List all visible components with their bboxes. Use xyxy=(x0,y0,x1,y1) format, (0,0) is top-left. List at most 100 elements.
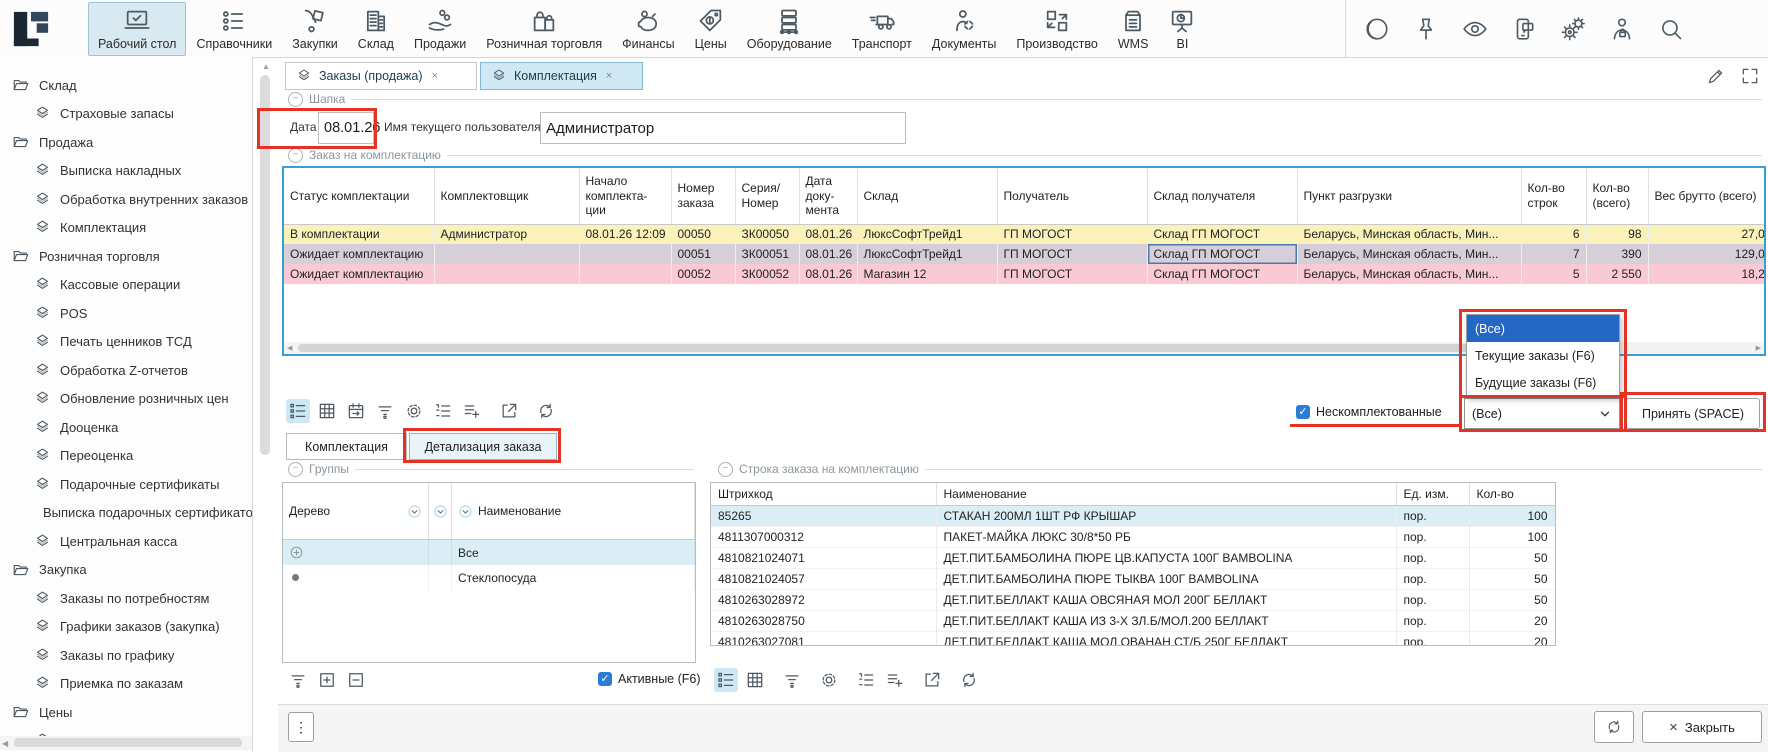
cell[interactable]: Ожидает комплектацию xyxy=(284,244,434,264)
sidebar-item[interactable]: Страховые запасы xyxy=(0,100,252,129)
cell[interactable] xyxy=(434,244,579,264)
unpicked-checkbox[interactable] xyxy=(1296,405,1310,419)
column-header[interactable]: Номер заказа xyxy=(671,168,735,224)
cell[interactable]: пор. xyxy=(1396,611,1469,632)
date-input[interactable]: 08.01.26 xyxy=(318,112,374,144)
cell[interactable]: 390 xyxy=(1586,244,1648,264)
cell[interactable]: Беларусь, Минская область, Мин... xyxy=(1297,224,1521,244)
content-vertical-scrollbar[interactable]: ▲ xyxy=(258,62,273,702)
cell[interactable]: ДЕТ.ПИТ.БЕЛЛАКТ КАША ИЗ 3-Х ЗЛ.Б/МОЛ.200… xyxy=(936,611,1396,632)
cell[interactable] xyxy=(434,264,579,284)
column-header[interactable]: Статус комплектации xyxy=(284,168,434,224)
column-header[interactable]: Наименование xyxy=(452,483,695,539)
menu-item-references[interactable]: Справочники xyxy=(186,2,282,56)
cell[interactable]: ДЕТ.ПИТ.БЕЛЛАКТ КАША МОЛ.ОВАНАН СТ/Б 250… xyxy=(936,632,1396,647)
column-header[interactable]: Получатель xyxy=(997,168,1147,224)
sidebar-horizontal-scrollbar[interactable]: ◀ xyxy=(0,736,252,750)
sidebar-item[interactable]: Выписка накладных xyxy=(0,157,252,186)
filter-chevron-icon[interactable] xyxy=(458,504,473,519)
sidebar-folder[interactable]: Цены xyxy=(0,698,252,727)
cell[interactable]: пор. xyxy=(1396,632,1469,647)
list-view-icon[interactable] xyxy=(714,668,738,692)
tab-picking[interactable]: Комплектация × xyxy=(480,62,643,90)
menu-item-production[interactable]: Производство xyxy=(1006,2,1108,56)
cell[interactable]: ГП МОГОСТ xyxy=(997,224,1147,244)
settings-icon[interactable] xyxy=(817,668,841,692)
add-row-icon[interactable] xyxy=(883,668,907,692)
order-row[interactable]: Ожидает комплектацию00051ЗК0005108.01.26… xyxy=(284,244,1766,264)
cell[interactable]: 00051 xyxy=(671,244,735,264)
filter-icon[interactable] xyxy=(373,399,397,423)
cell[interactable]: пор. xyxy=(1396,527,1469,548)
cell[interactable]: ДЕТ.ПИТ.БАМБОЛИНА ПЮРЕ ТЫКВА 100Г BAMBOL… xyxy=(936,569,1396,590)
cell[interactable]: 20 xyxy=(1469,632,1555,647)
cell[interactable]: 08.01.26 xyxy=(799,244,857,264)
expand-plus-icon[interactable] xyxy=(289,545,304,560)
column-header[interactable]: Вес брутто (всего) xyxy=(1648,168,1766,224)
active-checkbox[interactable] xyxy=(598,672,612,686)
sidebar-item[interactable]: Дооценка xyxy=(0,413,252,442)
cell[interactable]: Магазин 12 xyxy=(857,264,997,284)
sidebar-item[interactable]: Заказы по потребностям xyxy=(0,584,252,613)
cell[interactable]: Беларусь, Минская область, Мин... xyxy=(1297,244,1521,264)
cell[interactable]: ЗК00050 xyxy=(735,224,799,244)
cell[interactable]: 08.01.26 xyxy=(799,264,857,284)
numbered-list-icon[interactable] xyxy=(854,668,878,692)
line-row[interactable]: 4810263028972ДЕТ.ПИТ.БЕЛЛАКТ КАША ОВСЯНА… xyxy=(711,590,1555,611)
cell[interactable]: 7 xyxy=(1521,244,1586,264)
sidebar-item[interactable]: POS xyxy=(0,299,252,328)
menu-item-purchasing[interactable]: Закупки xyxy=(282,2,348,56)
menu-item-sales[interactable]: Продажи xyxy=(404,2,476,56)
clock-icon[interactable] xyxy=(1364,16,1390,42)
cell[interactable]: Беларусь, Минская область, Мин... xyxy=(1297,264,1521,284)
collapse-icon[interactable] xyxy=(288,148,303,163)
fullscreen-icon[interactable] xyxy=(1740,66,1760,86)
line-row[interactable]: 4810821024057ДЕТ.ПИТ.БАМБОЛИНА ПЮРЕ ТЫКВ… xyxy=(711,569,1555,590)
cell[interactable]: 100 xyxy=(1469,506,1555,527)
sidebar-item[interactable]: Выписка подарочных сертификатов xyxy=(0,499,252,528)
cell[interactable]: ДЕТ.ПИТ.БЕЛЛАКТ КАША ОВСЯНАЯ МОЛ 200Г БЕ… xyxy=(936,590,1396,611)
filter-chevron-icon[interactable] xyxy=(433,504,448,519)
filter-icon[interactable] xyxy=(286,668,310,692)
cell[interactable]: ПАКЕТ-МАЙКА ЛЮКС 30/8*50 РБ xyxy=(936,527,1396,548)
line-row[interactable]: 4811307000312ПАКЕТ-МАЙКА ЛЮКС 30/8*50 РБ… xyxy=(711,527,1555,548)
accept-button[interactable]: Принять (SPACE) xyxy=(1626,398,1760,429)
sidebar-item[interactable]: Кассовые операции xyxy=(0,271,252,300)
filter-chevron-icon[interactable] xyxy=(407,504,422,519)
scrollbar-thumb[interactable] xyxy=(298,344,1588,352)
column-header[interactable]: Склад xyxy=(857,168,997,224)
column-header[interactable]: Ед. изм. xyxy=(1396,483,1469,506)
export-icon[interactable] xyxy=(497,399,521,423)
sidebar-folder[interactable]: Закупка xyxy=(0,556,252,585)
menu-item-documents[interactable]: Документы xyxy=(922,2,1006,56)
pin-icon[interactable] xyxy=(1413,16,1439,42)
close-button[interactable]: × Закрыть xyxy=(1642,711,1762,743)
scrollbar-thumb[interactable] xyxy=(14,738,242,747)
sidebar-item[interactable]: Приемка по заказам xyxy=(0,670,252,699)
cell[interactable]: 85265 xyxy=(711,506,936,527)
column-header[interactable]: Кол-во xyxy=(1469,483,1555,506)
sidebar-item[interactable]: Обновление розничных цен xyxy=(0,385,252,414)
sidebar-item[interactable]: Комплектация xyxy=(0,214,252,243)
cell[interactable]: 4810263028750 xyxy=(711,611,936,632)
cell[interactable]: ГП МОГОСТ xyxy=(997,244,1147,264)
column-header[interactable]: Серия/Номер xyxy=(735,168,799,224)
numbered-list-icon[interactable] xyxy=(431,399,455,423)
menu-item-desktop[interactable]: Рабочий стол xyxy=(88,2,186,56)
cell[interactable] xyxy=(579,264,671,284)
cell[interactable]: 08.01.26 xyxy=(799,224,857,244)
sidebar-item[interactable]: Печать ценников ТСД xyxy=(0,328,252,357)
column-header[interactable]: Кол-во строк xyxy=(1521,168,1586,224)
scrollbar-thumb[interactable] xyxy=(260,75,270,455)
tab-order-detail[interactable]: Детализация заказа xyxy=(409,433,557,460)
tab-picking-detail[interactable]: Комплектация xyxy=(286,433,407,460)
eye-icon[interactable] xyxy=(1462,16,1488,42)
cell[interactable]: 4810263027081 xyxy=(711,632,936,647)
tab-orders-sales[interactable]: Заказы (продажа) × xyxy=(285,62,477,90)
sidebar-item[interactable]: Заказы по графику xyxy=(0,641,252,670)
refresh-icon[interactable] xyxy=(534,399,558,423)
column-header[interactable]: Комплектовщик xyxy=(434,168,579,224)
more-menu-button[interactable]: ⋮ xyxy=(288,712,314,742)
cell[interactable]: 4810263028972 xyxy=(711,590,936,611)
menu-item-transport[interactable]: Транспорт xyxy=(842,2,922,56)
